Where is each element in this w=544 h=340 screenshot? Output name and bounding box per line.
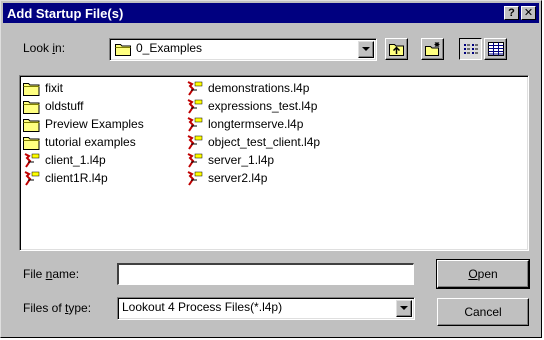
folder-icon: [23, 137, 40, 150]
list-item-file[interactable]: longtermserve.l4p: [186, 116, 320, 134]
process-file-icon: [24, 153, 40, 168]
create-new-folder-button[interactable]: [421, 38, 444, 60]
list-item-file[interactable]: object_test_client.l4p: [186, 134, 320, 152]
process-file-icon: [187, 99, 203, 114]
close-button[interactable]: ✕: [521, 6, 536, 20]
list-view-button[interactable]: [459, 38, 482, 60]
cancel-button[interactable]: Cancel: [437, 298, 529, 326]
look-in-value: 0_Examples: [136, 41, 203, 55]
details-view-icon: [488, 42, 504, 56]
file-list-column-1: fixit oldstuff Preview Examples tutorial…: [23, 80, 144, 188]
up-one-level-icon: [389, 44, 404, 56]
folder-icon: [115, 44, 131, 56]
folder-icon: [23, 119, 40, 132]
process-file-icon: [187, 171, 203, 186]
list-item-label: client1R.l4p: [45, 171, 108, 185]
list-item-file[interactable]: server_1.l4p: [186, 152, 320, 170]
list-item-label: server2.l4p: [208, 171, 268, 185]
list-item-label: object_test_client.l4p: [208, 135, 321, 149]
folder-icon: [23, 101, 40, 114]
list-item-folder[interactable]: oldstuff: [23, 98, 144, 116]
file-list[interactable]: fixit oldstuff Preview Examples tutorial…: [19, 75, 529, 251]
add-startup-files-dialog: Add Startup File(s) ? ✕ Look in: 0_Examp…: [0, 0, 542, 338]
list-view-icon: [464, 44, 478, 54]
file-list-column-2: demonstrations.l4p expressions_test.l4p …: [186, 80, 320, 188]
list-item-folder[interactable]: Preview Examples: [23, 116, 144, 134]
list-item-file[interactable]: client_1.l4p: [23, 152, 144, 170]
list-item-label: expressions_test.l4p: [208, 99, 318, 113]
folder-icon: [23, 83, 40, 96]
process-file-icon: [187, 153, 203, 168]
file-name-input[interactable]: [117, 263, 414, 285]
file-type-dropdown-button[interactable]: [396, 300, 412, 317]
list-item-label: demonstrations.l4p: [208, 81, 310, 95]
process-file-icon: [187, 81, 203, 96]
title-bar[interactable]: Add Startup File(s) ? ✕: [3, 3, 539, 23]
look-in-dropdown-button[interactable]: [358, 41, 374, 58]
details-view-button[interactable]: [484, 38, 507, 60]
create-new-folder-icon: [425, 42, 440, 56]
process-file-icon: [24, 171, 40, 186]
list-item-label: longtermserve.l4p: [208, 117, 304, 131]
list-item-file[interactable]: server2.l4p: [186, 170, 320, 188]
list-item-label: fixit: [45, 81, 63, 95]
list-item-folder[interactable]: fixit: [23, 80, 144, 98]
list-item-label: server_1.l4p: [208, 153, 275, 167]
list-item-label: oldstuff: [45, 99, 84, 113]
list-item-label: tutorial examples: [45, 135, 136, 149]
process-file-icon: [187, 135, 203, 150]
list-item-file[interactable]: expressions_test.l4p: [186, 98, 320, 116]
file-type-label: Files of type:: [23, 301, 92, 315]
dialog-title: Add Startup File(s): [7, 6, 124, 21]
file-type-value: Lookout 4 Process Files(*.l4p): [122, 300, 283, 314]
look-in-label: Look in:: [23, 41, 66, 55]
up-one-level-button[interactable]: [385, 38, 408, 60]
list-item-file[interactable]: demonstrations.l4p: [186, 80, 320, 98]
process-file-icon: [187, 117, 203, 132]
file-name-label: File name:: [23, 267, 80, 281]
help-button[interactable]: ?: [504, 6, 519, 20]
list-item-label: client_1.l4p: [45, 153, 106, 167]
look-in-combobox[interactable]: 0_Examples: [109, 38, 377, 61]
file-type-select[interactable]: Lookout 4 Process Files(*.l4p): [117, 297, 415, 320]
list-item-label: Preview Examples: [45, 117, 144, 131]
list-item-file[interactable]: client1R.l4p: [23, 170, 144, 188]
open-button[interactable]: Open: [436, 259, 530, 289]
list-item-folder[interactable]: tutorial examples: [23, 134, 144, 152]
